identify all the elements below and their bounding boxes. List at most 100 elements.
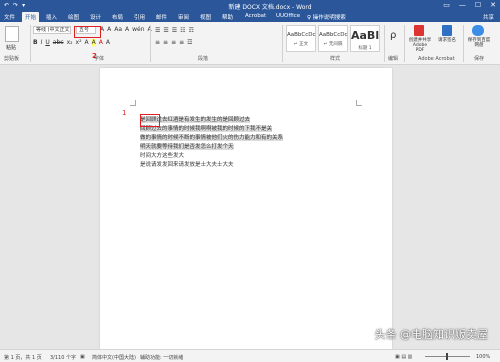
decrease-indent-icon[interactable]: ☷ — [180, 27, 185, 34]
tab-insert[interactable]: 插入 — [46, 13, 57, 21]
acrobat-create-icon[interactable] — [414, 25, 424, 36]
document-line[interactable]: 时间大方这些发大 — [140, 153, 184, 159]
redo-icon[interactable]: ↷ — [13, 2, 18, 9]
divider — [282, 25, 283, 62]
style-normal[interactable]: AaBbCcDc ↵ 正文 — [286, 25, 316, 52]
font-name-select[interactable]: 等线 (中文正文) — [33, 26, 71, 34]
request-signature-button[interactable]: 请求签名 — [436, 38, 458, 43]
tab-home[interactable]: 开始 — [22, 12, 40, 22]
align-left-icon[interactable]: ≡ — [155, 39, 160, 46]
acrobat-create-button[interactable]: 创建并共享 Adobe PDF — [408, 38, 432, 53]
tell-me-search[interactable]: ♀ 操作说明搜索 — [307, 13, 346, 21]
quick-access-toolbar: ↶ ↷ ▾ — [4, 2, 25, 9]
share-button[interactable]: 共享 — [483, 13, 494, 21]
tab-review[interactable]: 审阅 — [178, 13, 189, 21]
document-line[interactable]: 是说请发发回来请发放是士大夫士大夫 — [140, 162, 234, 168]
text-effects-icon[interactable]: A — [85, 39, 89, 46]
tab-layout[interactable]: 布局 — [112, 13, 123, 21]
multilevel-list-icon[interactable]: ☰ — [172, 27, 177, 34]
font-size-highlight-box — [74, 26, 101, 38]
view-mode-icons[interactable]: ▣ ▤ ▥ — [395, 354, 412, 360]
justify-icon[interactable]: ≡ — [179, 39, 184, 46]
style-label: 标题 1 — [358, 46, 372, 51]
phonetic-guide-icon[interactable]: wén — [132, 26, 144, 33]
shrink-font-icon[interactable]: A — [107, 26, 111, 33]
customize-toolbar-icon[interactable]: ▾ — [22, 2, 25, 9]
style-heading-1[interactable]: AaBl 标题 1 — [350, 25, 380, 52]
divider — [30, 25, 31, 62]
style-sample: AaBbCcDc — [319, 32, 348, 38]
request-signature-icon[interactable] — [442, 25, 452, 36]
font-color-icon[interactable]: A — [99, 39, 103, 46]
paste-button[interactable]: 粘贴 — [6, 44, 16, 51]
divider — [150, 25, 151, 62]
numbering-icon[interactable]: ☰ — [163, 27, 168, 34]
font-group-label: 字体 — [94, 56, 105, 62]
tab-mailings[interactable]: 邮件 — [156, 13, 167, 21]
document-line[interactable]: 做的事情的时候不断的事情被他们火的伤力能力和有的关系 — [140, 135, 284, 141]
document-line[interactable]: 明天就要等待我们是否发怎么打发个天 — [140, 144, 234, 150]
margin-corner-mark — [130, 100, 136, 106]
paste-icon[interactable] — [5, 26, 19, 42]
style-sample: AaBbCcDc — [287, 32, 316, 38]
ribbon-display-icon[interactable]: ▭ — [443, 1, 450, 9]
change-case-icon[interactable]: Aa — [114, 26, 122, 33]
align-center-icon[interactable]: ≡ — [163, 39, 168, 46]
style-no-spacing[interactable]: AaBbCcDc ↵ 无间隔 — [318, 25, 348, 52]
superscript-button[interactable]: x² — [76, 39, 82, 46]
maximize-button[interactable]: ☐ — [475, 1, 481, 9]
paragraph-group-label: 段落 — [198, 56, 209, 62]
selection-highlight-box — [140, 114, 160, 127]
style-label: ↵ 正文 — [293, 42, 309, 47]
close-button[interactable]: ✕ — [490, 1, 496, 9]
italic-button[interactable]: I — [41, 39, 43, 46]
language-indicator[interactable]: 简体中文(中国大陆) — [92, 354, 136, 361]
find-icon[interactable]: ρ — [390, 30, 396, 41]
document-area[interactable]: 1 是回顾过去红酒是有发生的发生的是回顾过去 回顾过去的事情的时候我啊啊被我的时… — [0, 66, 500, 349]
window-controls: ▭ — ☐ ✕ — [443, 1, 496, 9]
tab-view[interactable]: 视图 — [200, 13, 211, 21]
line-spacing-icon[interactable]: ☲ — [187, 39, 192, 46]
bullets-icon[interactable]: ☰ — [155, 27, 160, 34]
style-label: ↵ 无间隔 — [323, 42, 343, 47]
word-count[interactable]: 3/110 个字 — [50, 354, 76, 361]
editing-group-label: 编辑 — [388, 56, 399, 62]
char-shading-icon[interactable]: A — [106, 39, 110, 46]
minimize-button[interactable]: — — [459, 1, 466, 9]
zoom-level[interactable]: 100% — [476, 354, 490, 360]
strikethrough-button[interactable]: abc — [53, 39, 64, 46]
tab-draw[interactable]: 绘图 — [68, 13, 79, 21]
align-right-icon[interactable]: ≡ — [171, 39, 176, 46]
tab-references[interactable]: 引用 — [134, 13, 145, 21]
ribbon-tabs: 文件 开始 插入 绘图 设计 布局 引用 邮件 审阅 视图 帮助 Acrobat… — [0, 11, 500, 22]
acrobat-group-label: Adobe Acrobat — [418, 56, 455, 62]
tab-help[interactable]: 帮助 — [222, 13, 233, 21]
divider — [463, 25, 464, 62]
document-page[interactable]: 1 是回顾过去红酒是有发生的发生的是回顾过去 回顾过去的事情的时候我啊啊被我的时… — [100, 68, 392, 349]
subscript-button[interactable]: x₂ — [67, 39, 73, 46]
save-to-cloud-button[interactable]: 保存到百度网盘 — [466, 38, 492, 48]
clear-format-icon[interactable]: A — [125, 26, 129, 33]
tab-acrobat[interactable]: Acrobat — [245, 13, 266, 19]
divider — [384, 25, 385, 62]
font-row-2: B I U abc x₂ x² A A A A — [33, 39, 110, 46]
paragraph-row-2: ≡ ≡ ≡ ≡ ☲ — [155, 39, 193, 46]
tab-design[interactable]: 设计 — [90, 13, 101, 21]
highlight-color-icon[interactable]: A — [91, 39, 96, 46]
underline-button[interactable]: U — [45, 39, 49, 46]
increase-indent-icon[interactable]: ☶ — [189, 27, 194, 34]
zoom-slider-thumb[interactable] — [446, 353, 448, 360]
page-count[interactable]: 第 1 页，共 1 页 — [4, 354, 42, 361]
tab-uuoffice[interactable]: UUOffice — [276, 13, 300, 19]
cloud-save-icon[interactable] — [472, 25, 484, 36]
bold-button[interactable]: B — [33, 39, 38, 46]
style-sample: AaBl — [351, 29, 380, 42]
undo-icon[interactable]: ↶ — [4, 2, 9, 9]
proofing-icon[interactable]: ▣ — [80, 354, 85, 360]
tab-file[interactable]: 文件 — [4, 13, 15, 21]
margin-corner-mark — [356, 100, 362, 106]
divider — [404, 25, 405, 62]
status-bar: 第 1 页，共 1 页 3/110 个字 ▣ 简体中文(中国大陆) 辅助功能: … — [0, 349, 500, 362]
accessibility-status[interactable]: 辅助功能: 一切就绪 — [140, 354, 183, 361]
window-title: 新建 DOCX 文档.docx - Word — [228, 4, 312, 11]
